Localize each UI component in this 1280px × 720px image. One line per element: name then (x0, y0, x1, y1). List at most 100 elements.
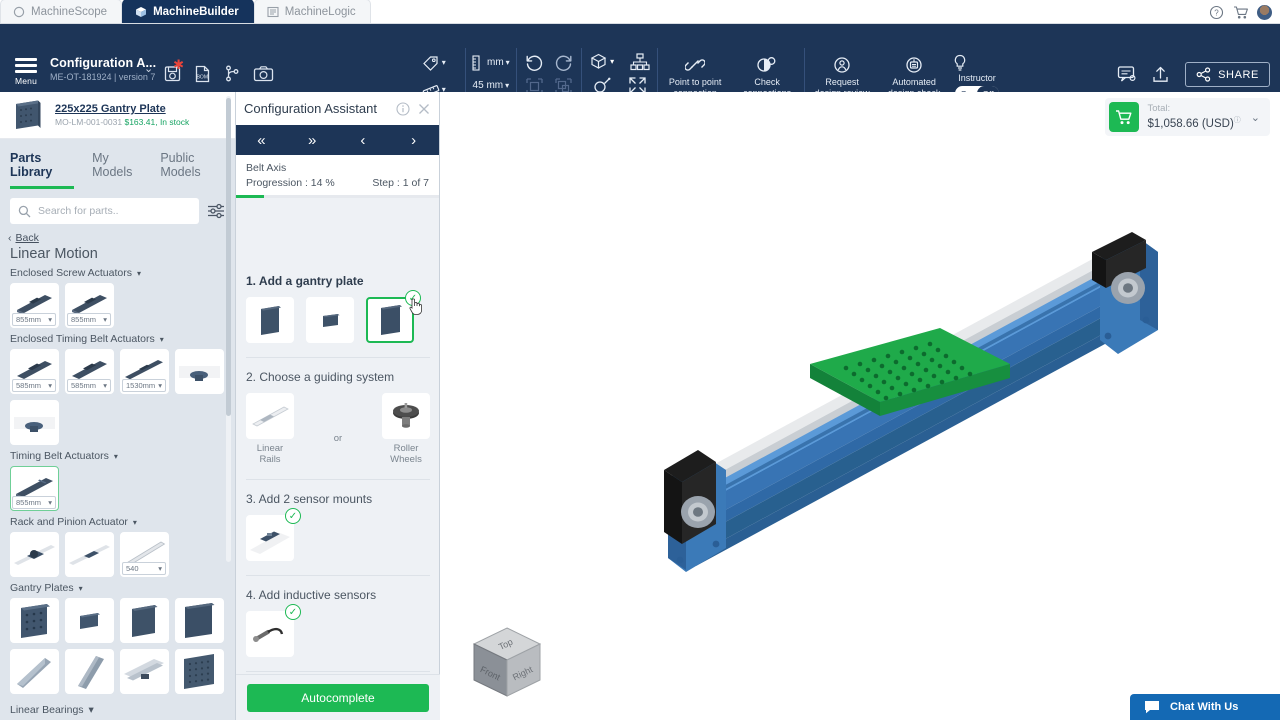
gantry-plate-option-2[interactable] (306, 297, 354, 343)
first-step-button[interactable]: « (236, 132, 287, 149)
assistant-steps-scroll[interactable]: 1. Add a gantry plate ✓ 2. Choose a guid… (236, 262, 440, 720)
part-cell-gusset-bracket[interactable] (10, 649, 59, 694)
close-icon[interactable] (417, 102, 431, 116)
part-cell-enclosed-screw-actuator[interactable]: 855mm ▾ (65, 283, 114, 328)
unit-mm-icon[interactable]: mm ▾ (472, 52, 510, 74)
part-cell-timing-belt-actuator[interactable]: 855mm ▾ (10, 466, 59, 511)
tab-machinelogic[interactable]: MachineLogic (253, 0, 371, 23)
view-navigation-cube[interactable]: Top Front Right (462, 618, 552, 708)
info-icon[interactable] (396, 101, 410, 116)
part-cell-perforated-plate[interactable] (175, 649, 224, 694)
tab-machinebuilder[interactable]: MachineBuilder (122, 0, 254, 23)
view-cube-icon[interactable]: ▾ (589, 52, 614, 71)
part-cell-enclosed-timing-belt-actuator[interactable]: 585mm ▾ (10, 349, 59, 394)
hamburger-icon (15, 58, 37, 73)
cart-icon (1109, 102, 1140, 132)
linear-rails-option[interactable]: Linear Rails (246, 393, 294, 465)
group-header-enclosed-screw-actuators[interactable]: Enclosed Screw Actuators ▾ (10, 267, 226, 279)
parts-grid: 540 ▾ (10, 532, 226, 577)
sensor-mount-option[interactable]: ✓ (246, 508, 301, 561)
size-dropdown[interactable]: 855mm ▾ (12, 313, 56, 326)
part-cell-gantry-plate-holes[interactable] (10, 598, 59, 643)
avatar[interactable] (1257, 5, 1272, 20)
autocomplete-button[interactable]: Autocomplete (247, 683, 429, 712)
bom-document-icon[interactable]: BOM (193, 64, 212, 83)
save-icon[interactable]: ✱ (163, 58, 184, 83)
share-button[interactable]: SHARE (1185, 62, 1270, 87)
chevron-down-icon[interactable]: ⌄ (144, 62, 153, 75)
size-dropdown[interactable]: 1530mm ▾ (122, 379, 166, 392)
lightbulb-icon (950, 53, 1004, 73)
search-input[interactable]: Search for parts.. (10, 198, 199, 224)
part-cell-gantry-plate-medium[interactable] (120, 598, 169, 643)
size-dropdown[interactable]: 585mm ▾ (67, 379, 111, 392)
gantry-plate-option-1[interactable] (246, 297, 294, 343)
part-cell-enclosed-timing-belt-actuator[interactable]: 585mm ▾ (65, 349, 114, 394)
part-cell-rack-rail[interactable]: 540 ▾ (120, 532, 169, 577)
assistant-progress-block: Belt Axis Progression : 14 % Step : 1 of… (236, 155, 439, 198)
3d-viewport[interactable]: Total: $1,058.66 (USD)ⓘ ⌄ Top Front Righ… (440, 92, 1280, 720)
filter-icon[interactable] (207, 202, 225, 220)
next-step-button[interactable]: › (388, 132, 439, 149)
size-dropdown[interactable]: 585mm ▾ (12, 379, 56, 392)
assembly-model[interactable] (440, 92, 1280, 720)
chevron-down-icon: ▾ (48, 498, 52, 507)
menu-button[interactable]: Menu (10, 58, 42, 86)
part-cell-rack-pinion-carriage[interactable] (65, 532, 114, 577)
undo-icon[interactable] (524, 52, 544, 72)
part-name[interactable]: 225x225 Gantry Plate (55, 103, 189, 115)
cart-icon[interactable] (1233, 5, 1248, 20)
size-dropdown[interactable]: 855mm ▾ (67, 313, 111, 326)
tab-parts-library[interactable]: Parts Library (10, 151, 75, 189)
inductive-sensor-option[interactable]: ✓ (246, 604, 301, 657)
parts-library-scroll[interactable]: Linear Motion Enclosed Screw Actuators ▾… (0, 238, 236, 712)
group-header-gantry-plates[interactable]: Gantry Plates ▾ (10, 582, 226, 594)
tab-public-models[interactable]: Public Models (160, 151, 225, 189)
part-cell-gantry-plate-small[interactable] (65, 598, 114, 643)
chevron-down-icon: ▾ (113, 451, 118, 461)
tab-machinescope[interactable]: MachineScope (0, 0, 123, 23)
size-dropdown[interactable]: 540 ▾ (122, 562, 166, 575)
part-cell-enclosed-timing-belt-actuator[interactable]: 1530mm ▾ (120, 349, 169, 394)
gantry-plate-option-3[interactable]: ✓ (366, 290, 422, 343)
group-header-rack-and-pinion-actuator[interactable]: Rack and Pinion Actuator ▾ (10, 516, 226, 528)
part-cell-timing-belt-pulley[interactable] (10, 400, 59, 445)
chat-with-us-button[interactable]: Chat With Us (1130, 694, 1280, 720)
app-root: MachineScope MachineBuilder MachineLogic… (0, 0, 1280, 720)
assembly-tree-icon[interactable] (630, 52, 650, 71)
annotation-tag-icon[interactable]: ▾ (421, 52, 447, 74)
document-title-block[interactable]: Configuration A... ME-OT-181924 | versio… (50, 56, 156, 82)
cart-total-pill[interactable]: Total: $1,058.66 (USD)ⓘ ⌄ (1105, 98, 1270, 136)
export-icon[interactable] (1151, 65, 1171, 85)
screenshot-camera-icon[interactable] (253, 64, 274, 83)
step-title-2: 2. Choose a guiding system (246, 370, 395, 384)
parts-scrollbar-thumb[interactable] (226, 98, 231, 416)
group-header-enclosed-timing-belt-actuators[interactable]: Enclosed Timing Belt Actuators ▾ (10, 333, 226, 345)
version-branch-icon[interactable] (223, 64, 242, 83)
group-header-linear-bearings[interactable]: Linear Bearings ▾ (10, 704, 94, 716)
part-cell-enclosed-screw-actuator[interactable]: 855mm ▾ (10, 283, 59, 328)
size-value: 540 (126, 564, 139, 573)
part-cell-rack-pinion-drive[interactable] (10, 532, 59, 577)
redo-icon[interactable] (554, 52, 574, 72)
selected-part-card[interactable]: 225x225 Gantry Plate MO-LM-001-0031 $163… (0, 92, 235, 139)
part-cell-gantry-carriage-assembly[interactable] (120, 649, 169, 694)
group-label: Rack and Pinion Actuator (10, 516, 128, 528)
tab-label: MachineScope (31, 5, 108, 18)
part-cell-gantry-plate-large[interactable] (175, 598, 224, 643)
previous-step-button[interactable]: ‹ (338, 132, 389, 149)
help-icon[interactable]: ? (1209, 5, 1224, 20)
roller-wheels-option[interactable]: Roller Wheels (381, 393, 430, 465)
fast-forward-button[interactable]: » (287, 132, 338, 149)
part-cell-timing-belt-pulley[interactable] (175, 349, 224, 394)
comment-icon[interactable] (1117, 65, 1137, 85)
info-icon[interactable]: ⓘ (1234, 117, 1241, 124)
group-header-timing-belt-actuators[interactable]: Timing Belt Actuators ▾ (10, 450, 226, 462)
chevron-down-icon[interactable]: ⌄ (1251, 111, 1260, 124)
grid-size-dropdown[interactable]: 45 mm ▾ (473, 79, 510, 93)
tab-my-models[interactable]: My Models (92, 151, 142, 189)
library-category-title: Linear Motion (10, 246, 98, 262)
axis-name: Belt Axis (246, 162, 287, 174)
part-cell-gusset-bracket-tall[interactable] (65, 649, 114, 694)
size-dropdown[interactable]: 855mm ▾ (12, 496, 56, 509)
